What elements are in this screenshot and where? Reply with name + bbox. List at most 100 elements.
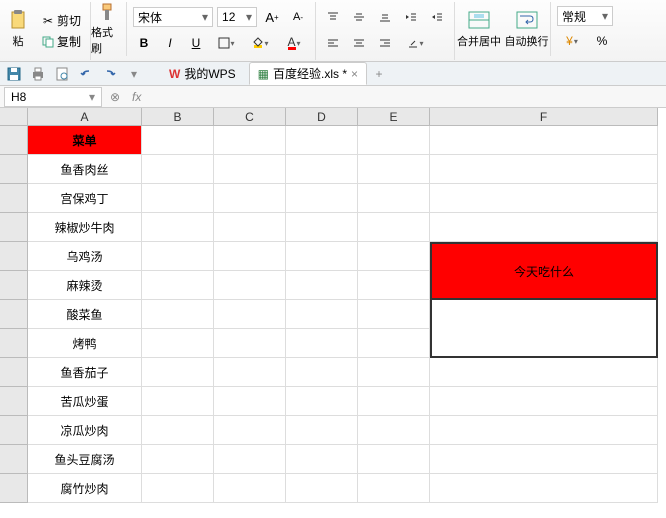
tab-document[interactable]: ▦百度经验.xls *× <box>249 62 367 85</box>
cell[interactable] <box>286 416 358 445</box>
row-header[interactable] <box>0 126 28 155</box>
cell[interactable] <box>286 300 358 329</box>
align-center-button[interactable] <box>348 32 370 54</box>
row-header[interactable] <box>0 242 28 271</box>
close-tab-icon[interactable]: × <box>351 67 358 81</box>
preview-icon[interactable] <box>54 66 70 82</box>
cell[interactable] <box>286 155 358 184</box>
col-header-e[interactable]: E <box>358 108 430 126</box>
italic-button[interactable]: I <box>159 32 181 54</box>
merge-center-button[interactable]: 合并居中 <box>455 2 503 56</box>
align-bottom-button[interactable] <box>374 6 396 28</box>
cell[interactable]: 宫保鸡丁 <box>28 184 142 213</box>
align-left-button[interactable] <box>322 32 344 54</box>
cell[interactable] <box>286 271 358 300</box>
cell[interactable] <box>286 445 358 474</box>
cell[interactable] <box>286 329 358 358</box>
align-top-button[interactable] <box>322 6 344 28</box>
orientation-button[interactable]: ▾ <box>400 32 430 54</box>
row-header[interactable] <box>0 416 28 445</box>
cell[interactable] <box>142 155 214 184</box>
cell[interactable] <box>358 358 430 387</box>
row-header[interactable] <box>0 271 28 300</box>
row-header[interactable] <box>0 387 28 416</box>
copy-button[interactable]: 复制 <box>38 32 84 51</box>
cut-button[interactable]: ✂剪切 <box>38 11 84 30</box>
chevron-down-icon[interactable]: ▾ <box>126 66 142 82</box>
cell[interactable]: 麻辣烫 <box>28 271 142 300</box>
cell-question-below[interactable] <box>430 300 658 358</box>
col-header-d[interactable]: D <box>286 108 358 126</box>
cell[interactable] <box>358 155 430 184</box>
cell[interactable] <box>214 329 286 358</box>
cell[interactable] <box>358 126 430 155</box>
percent-button[interactable]: % <box>591 30 613 52</box>
font-size-select[interactable]: 12▾ <box>217 7 257 27</box>
cell[interactable] <box>142 271 214 300</box>
cell[interactable]: 腐竹炒肉 <box>28 474 142 503</box>
auto-wrap-button[interactable]: 自动换行 <box>503 2 551 56</box>
cell[interactable]: 菜单 <box>28 126 142 155</box>
cell[interactable] <box>358 300 430 329</box>
cell[interactable] <box>214 445 286 474</box>
fill-color-button[interactable]: ▾ <box>245 32 275 54</box>
currency-button[interactable]: ¥▾ <box>557 30 587 52</box>
cell[interactable] <box>142 126 214 155</box>
row-header[interactable] <box>0 445 28 474</box>
row-header[interactable] <box>0 358 28 387</box>
bold-button[interactable]: B <box>133 32 155 54</box>
cell[interactable] <box>142 213 214 242</box>
cell[interactable]: 苦瓜炒蛋 <box>28 387 142 416</box>
cell[interactable] <box>358 184 430 213</box>
cell[interactable] <box>286 387 358 416</box>
cell[interactable] <box>142 416 214 445</box>
cell[interactable]: 乌鸡汤 <box>28 242 142 271</box>
cell[interactable] <box>358 213 430 242</box>
cell[interactable] <box>214 126 286 155</box>
decrease-indent-button[interactable] <box>400 6 422 28</box>
increase-indent-button[interactable] <box>426 6 448 28</box>
cell[interactable]: 酸菜鱼 <box>28 300 142 329</box>
cell-question-red[interactable]: 今天吃什么 <box>430 242 658 300</box>
cell[interactable] <box>214 358 286 387</box>
tab-wps-home[interactable]: W我的WPS <box>160 62 245 85</box>
save-icon[interactable] <box>6 66 22 82</box>
print-icon[interactable] <box>30 66 46 82</box>
cell[interactable] <box>286 358 358 387</box>
fx-cancel-icon[interactable]: ⊗ <box>106 88 124 106</box>
cell[interactable] <box>358 416 430 445</box>
undo-icon[interactable] <box>78 66 94 82</box>
cell[interactable] <box>142 445 214 474</box>
cell[interactable] <box>142 242 214 271</box>
align-right-button[interactable] <box>374 32 396 54</box>
increase-font-button[interactable]: A+ <box>261 6 283 28</box>
cell[interactable] <box>358 329 430 358</box>
cell[interactable] <box>214 416 286 445</box>
cell[interactable] <box>214 300 286 329</box>
cell[interactable] <box>142 387 214 416</box>
cell[interactable]: 凉瓜炒肉 <box>28 416 142 445</box>
number-format-select[interactable]: 常规▾ <box>557 6 613 26</box>
cell[interactable] <box>358 271 430 300</box>
col-header-c[interactable]: C <box>214 108 286 126</box>
cell[interactable] <box>214 213 286 242</box>
cell[interactable] <box>430 184 658 213</box>
cell[interactable] <box>214 387 286 416</box>
cell[interactable]: 鱼香茄子 <box>28 358 142 387</box>
cell[interactable]: 烤鸭 <box>28 329 142 358</box>
cell[interactable] <box>214 184 286 213</box>
paste-button[interactable]: 粘 <box>0 2 36 56</box>
cell[interactable] <box>358 474 430 503</box>
redo-icon[interactable] <box>102 66 118 82</box>
cell[interactable] <box>430 213 658 242</box>
cell[interactable] <box>286 126 358 155</box>
cell[interactable] <box>142 329 214 358</box>
cell[interactable] <box>214 271 286 300</box>
decrease-font-button[interactable]: A- <box>287 6 309 28</box>
row-header[interactable] <box>0 329 28 358</box>
cell[interactable]: 辣椒炒牛肉 <box>28 213 142 242</box>
cell[interactable] <box>286 184 358 213</box>
cell[interactable] <box>430 358 658 387</box>
row-header[interactable] <box>0 184 28 213</box>
cell[interactable] <box>430 474 658 503</box>
